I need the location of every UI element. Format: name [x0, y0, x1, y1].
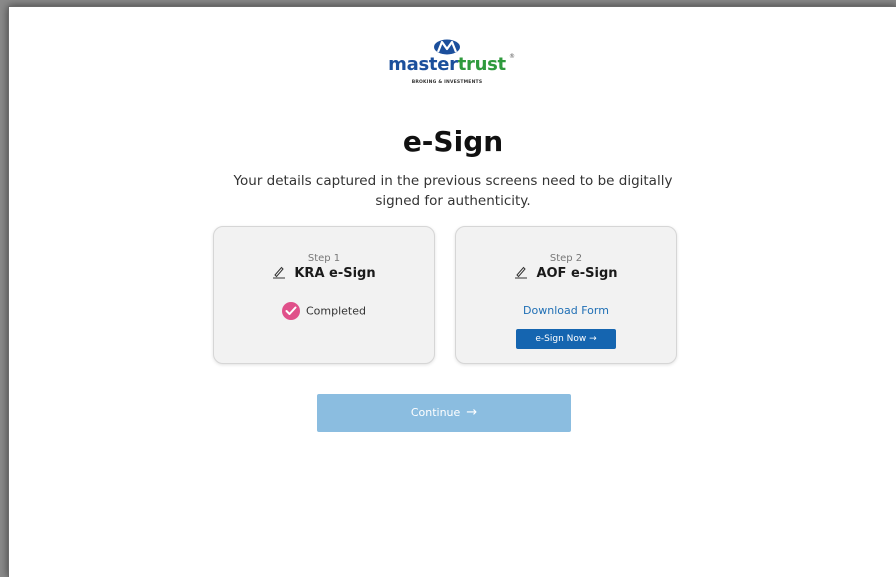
pen-sign-icon — [514, 265, 528, 283]
brand-name-part1: master — [388, 54, 458, 75]
page-subtitle: Your details captured in the previous sc… — [233, 173, 673, 209]
check-circle-icon — [282, 302, 300, 320]
page-title: e-Sign — [402, 125, 504, 158]
continue-label: Continue — [410, 406, 461, 419]
continue-button[interactable]: Continue → — [317, 394, 571, 432]
brand-logo: mastertrust ® BROKING & INVESTMENTS — [379, 39, 515, 91]
step-title: KRA e-Sign — [214, 265, 434, 283]
step-title-text: KRA e-Sign — [294, 266, 376, 281]
pen-sign-icon — [272, 265, 286, 283]
step-card-aof: Step 2 AOF e-Sign Download Form e-Sign N… — [455, 226, 677, 364]
download-form-link[interactable]: Download Form — [456, 304, 676, 317]
step-card-kra: Step 1 KRA e-Sign Completed — [213, 226, 435, 364]
step-title-text: AOF e-Sign — [536, 266, 618, 281]
brand-tagline: BROKING & INVESTMENTS — [411, 80, 483, 85]
brand-mark-icon — [434, 39, 460, 55]
completed-status: Completed — [214, 302, 434, 320]
step-label: Step 2 — [549, 253, 583, 264]
brand-wordmark: mastertrust — [379, 55, 515, 75]
arrow-right-icon: → — [466, 405, 478, 420]
step-title: AOF e-Sign — [456, 265, 676, 283]
status-text: Completed — [306, 304, 366, 318]
app-window: mastertrust ® BROKING & INVESTMENTS e-Si… — [8, 6, 896, 577]
brand-name-part2: trust — [457, 54, 506, 75]
registered-mark: ® — [509, 53, 515, 60]
esign-now-button[interactable]: e-Sign Now → — [516, 329, 616, 349]
step-label: Step 1 — [307, 253, 341, 264]
